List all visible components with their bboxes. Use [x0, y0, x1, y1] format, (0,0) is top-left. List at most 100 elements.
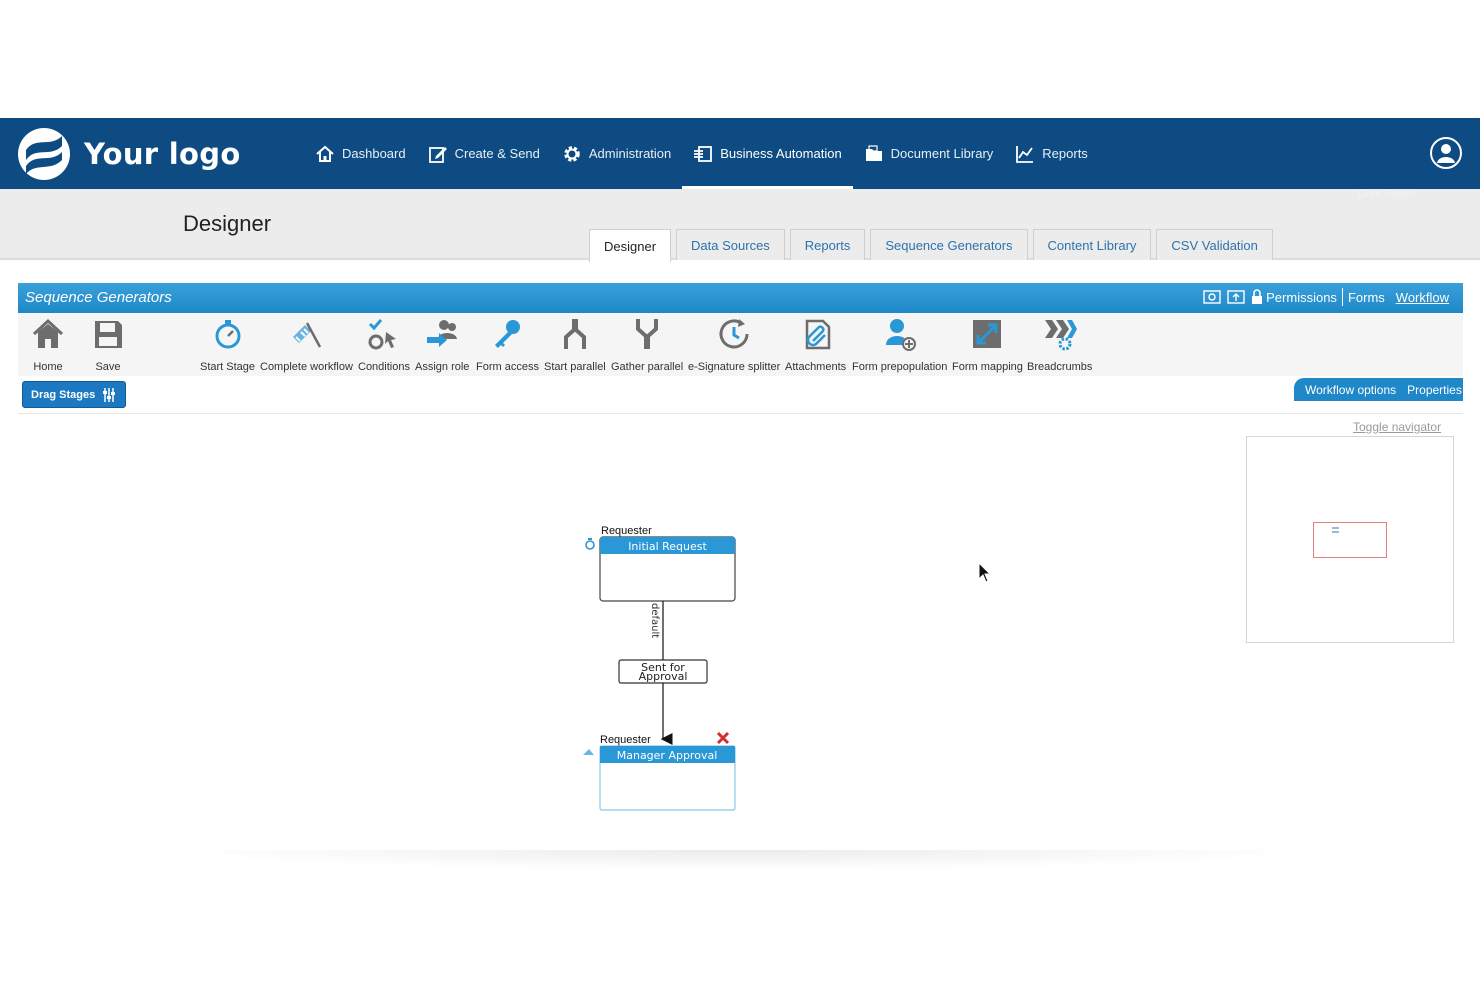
automation-icon	[694, 145, 713, 162]
stage-role-label: Requester	[601, 525, 652, 537]
user-add-icon	[885, 319, 916, 351]
drag-stages-button[interactable]: Drag Stages	[22, 381, 126, 408]
delete-stage-icon[interactable]	[716, 731, 730, 745]
slider-icon	[103, 387, 116, 402]
stage-title: Manager Approval	[617, 749, 718, 762]
tool-home[interactable]: Home	[31, 317, 65, 373]
panel-title: Sequence Generators	[25, 289, 172, 306]
tab-sequence-generators[interactable]: Sequence Generators	[870, 229, 1028, 260]
tool-form-prepopulation[interactable]: Form prepopulation	[852, 317, 947, 373]
nav-item-document-library[interactable]: Document Library	[853, 118, 1005, 189]
tool-breadcrumbs[interactable]: Breadcrumbs	[1027, 317, 1092, 373]
panel-header: Sequence Generators Permissions Forms Wo…	[18, 283, 1463, 313]
logo-text: Your logo	[84, 137, 241, 171]
nav-label: Administration	[588, 146, 672, 161]
forms-link[interactable]: Forms	[1348, 290, 1385, 305]
tab-content-library[interactable]: Content Library	[1032, 229, 1152, 260]
stage-start-icon	[585, 538, 595, 550]
tool-e-signature-splitter[interactable]: e-Signature splitter	[688, 317, 780, 373]
chart-icon	[1016, 145, 1034, 163]
connector-label: default	[649, 603, 660, 638]
mapping-icon	[973, 320, 1002, 348]
nav-item-create-send[interactable]: Create & Send	[417, 118, 551, 189]
tool-start-parallel[interactable]: Start parallel	[544, 317, 606, 373]
tool-assign-role[interactable]: Assign role	[415, 317, 469, 373]
breadcrumbs-icon	[1044, 320, 1077, 351]
page-title: Designer	[183, 211, 272, 236]
minimap-stage-icon	[1332, 527, 1339, 533]
canvas-bottom-shadow	[160, 850, 1320, 870]
stage-manager-approval[interactable]: Manager Approval	[599, 745, 736, 811]
edit-icon	[428, 146, 447, 163]
merge-icon	[636, 319, 659, 349]
nav-label: Reports	[1042, 146, 1088, 161]
stopwatch-icon	[215, 320, 241, 349]
designer-toolbar: Home Save Start Stage Complete workflow …	[18, 313, 1463, 376]
stage-initial-request[interactable]: Initial Request	[599, 536, 736, 602]
user-name: Dani Dayan	[1358, 188, 1416, 200]
nav-item-dashboard[interactable]: Dashboard	[304, 118, 417, 189]
nav-item-business-automation[interactable]: Business Automation	[682, 118, 854, 189]
drag-stages-label: Drag Stages	[31, 388, 96, 401]
logo[interactable]: Your logo	[16, 126, 241, 182]
properties-tab[interactable]: Properties	[1407, 383, 1462, 397]
separator	[1390, 288, 1391, 306]
workflow-options-tabs: Workflow options Properties	[1294, 378, 1463, 401]
transition-sent-for-approval[interactable]: Sent for Approval	[618, 659, 708, 684]
nav-item-administration[interactable]: Administration	[551, 118, 682, 189]
designer-tabs: Designer Data Sources Reports Sequence G…	[589, 229, 1278, 262]
tool-form-mapping[interactable]: Form mapping	[952, 317, 1023, 373]
paperclip-icon	[805, 319, 830, 350]
main-nav: Dashboard Create & Send Administration B…	[304, 118, 1099, 189]
workflow-options-tab[interactable]: Workflow options	[1305, 383, 1396, 397]
tool-complete-workflow[interactable]: Complete workflow	[260, 317, 353, 373]
transition-label-line2: Approval	[639, 670, 688, 683]
preview-icon[interactable]	[1203, 289, 1221, 305]
gear-icon	[564, 145, 580, 162]
subheader: Designer Designer Data Sources Reports S…	[0, 189, 1480, 262]
panel-actions: Permissions Forms Workflow	[1203, 288, 1449, 306]
save-icon	[95, 321, 122, 348]
nav-item-reports[interactable]: Reports	[1004, 118, 1099, 189]
tab-designer[interactable]: Designer	[589, 229, 672, 262]
assign-role-icon	[427, 320, 458, 347]
navigator-viewport[interactable]	[1313, 522, 1387, 558]
tool-save[interactable]: Save	[91, 317, 125, 373]
user-avatar-icon[interactable]	[1430, 137, 1462, 169]
tool-start-stage[interactable]: Start Stage	[200, 317, 255, 373]
export-icon[interactable]	[1227, 289, 1245, 305]
split-icon	[563, 319, 586, 349]
divider	[18, 413, 1463, 414]
stage-complete-icon	[583, 749, 594, 755]
nav-label: Business Automation	[720, 146, 842, 161]
tool-gather-parallel[interactable]: Gather parallel	[611, 317, 683, 373]
folder-icon	[865, 144, 882, 161]
mouse-cursor-icon	[978, 562, 992, 583]
tool-attachments[interactable]: Attachments	[785, 317, 846, 373]
nav-label: Dashboard	[342, 146, 406, 161]
tab-reports[interactable]: Reports	[789, 229, 866, 260]
tool-form-access[interactable]: Form access	[476, 317, 539, 373]
lock-icon	[1252, 289, 1263, 304]
home-icon	[316, 145, 334, 162]
toggle-navigator-link[interactable]: Toggle navigator	[1353, 420, 1441, 434]
conditions-icon	[368, 319, 396, 350]
workflow-link[interactable]: Workflow	[1396, 290, 1449, 305]
tool-conditions[interactable]: Conditions	[358, 317, 410, 373]
nav-label: Document Library	[890, 146, 994, 161]
key-icon	[495, 320, 521, 348]
tab-data-sources[interactable]: Data Sources	[676, 229, 785, 260]
workflow-canvas[interactable]: Requester Initial Request default Sent f…	[560, 515, 760, 825]
permissions-link[interactable]: Permissions	[1266, 290, 1337, 305]
top-navbar: Your logo Dashboard Create & Send Admini…	[0, 118, 1480, 189]
home-icon	[32, 318, 64, 348]
stage-role-label: Requester	[600, 734, 651, 746]
finish-flag-icon	[293, 322, 322, 348]
clock-refresh-icon	[719, 319, 749, 349]
logo-icon	[18, 128, 70, 180]
navigator-minimap[interactable]	[1246, 436, 1454, 643]
separator	[1341, 288, 1343, 306]
tab-csv-validation[interactable]: CSV Validation	[1156, 229, 1273, 260]
stage-title: Initial Request	[628, 540, 707, 553]
nav-label: Create & Send	[454, 146, 540, 161]
